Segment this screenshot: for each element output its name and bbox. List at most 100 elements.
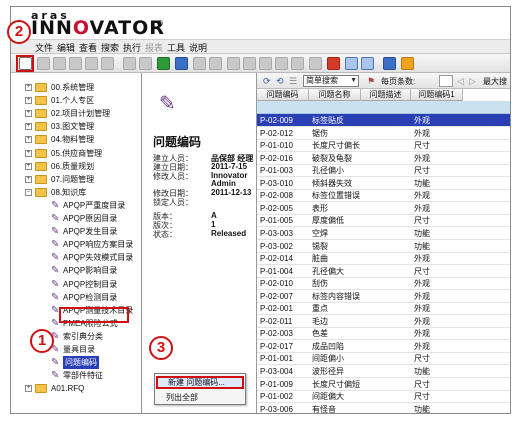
- grid-column-header[interactable]: 问题编码: [257, 89, 309, 101]
- run-search-icon[interactable]: ⟳: [263, 76, 271, 86]
- expander-icon[interactable]: +: [25, 175, 32, 183]
- table-row[interactable]: P-02-017 成品凹陷 外观: [257, 340, 510, 353]
- grid-column-header[interactable]: 问题编码1: [411, 89, 463, 101]
- table-row[interactable]: P-02-011 毛边 外观: [257, 315, 510, 328]
- copy-button[interactable]: [85, 57, 98, 70]
- table-row[interactable]: P-02-003 色差 外观: [257, 327, 510, 341]
- unlock-button[interactable]: [209, 57, 222, 70]
- table-row[interactable]: P-02-009 标签贴反 外观: [257, 114, 510, 127]
- lock-button[interactable]: [193, 57, 206, 70]
- print-button[interactable]: [123, 57, 136, 70]
- table-row[interactable]: P-02-008 标签位置错误 外观: [257, 189, 510, 203]
- itemtype-icon: ✎: [159, 93, 176, 115]
- table-cell: 外观: [414, 128, 430, 138]
- properties-button[interactable]: [309, 57, 322, 70]
- table-cell: P-02-016: [260, 153, 293, 163]
- table-row[interactable]: P-01-004 孔径偏大 尺寸: [257, 265, 510, 278]
- context-menu: 新建 问题编码... 列出全部: [154, 373, 246, 405]
- table-cell: [361, 252, 411, 265]
- table-row[interactable]: P-03-010 倾斜器失效 功能: [257, 177, 510, 190]
- expander-icon[interactable]: +: [25, 136, 32, 144]
- open-button[interactable]: [53, 57, 66, 70]
- tree-item-label: 问题编码: [63, 356, 99, 370]
- grid-header-row: 问题编码 问题名称 问题描述 问题编码1: [257, 89, 463, 101]
- table-row[interactable]: P-02-010 刮伤 外观: [257, 277, 510, 291]
- table-row[interactable]: P-03-004 波形径异 功能: [257, 365, 510, 378]
- delete-button[interactable]: [275, 57, 288, 70]
- word-export-button[interactable]: [175, 57, 188, 70]
- logout-button[interactable]: [401, 57, 414, 70]
- expander-icon[interactable]: +: [25, 110, 32, 118]
- table-cell: 外观: [414, 153, 430, 163]
- table-row[interactable]: P-02-007 标签内容错误 外观: [257, 290, 510, 303]
- promote-button[interactable]: [243, 57, 256, 70]
- search-mode-select[interactable]: 简单搜索 ▼: [303, 75, 359, 87]
- page-size-label: 每页条数:: [381, 77, 416, 86]
- table-row[interactable]: P-01-010 长度尺寸偏长 尺寸: [257, 139, 510, 153]
- table-cell: 色差: [312, 329, 328, 339]
- table-row[interactable]: P-02-014 脏曲 外观: [257, 252, 510, 266]
- save-button[interactable]: [69, 57, 82, 70]
- table-cell: [361, 315, 411, 328]
- expander-icon[interactable]: +: [25, 162, 32, 170]
- saved-search-icon[interactable]: ☰: [289, 76, 297, 86]
- page-size-input[interactable]: [439, 75, 453, 87]
- expander-icon[interactable]: +: [25, 385, 32, 393]
- paste-button[interactable]: [101, 57, 114, 70]
- view-split-button[interactable]: [345, 57, 358, 70]
- callout-step-1: 1: [30, 329, 54, 353]
- help-button[interactable]: [383, 57, 396, 70]
- clear-search-icon[interactable]: ⟲: [276, 76, 284, 86]
- table-cell: [361, 390, 411, 403]
- grid-column-header[interactable]: 问题描述: [361, 89, 411, 101]
- table-cell: 尺寸: [414, 266, 430, 276]
- grid-toolbar: ⟳ ⟲ ☰ 简单搜索 ▼ ⚑ 每页条数: ◁ ▷ 最大搜: [257, 73, 510, 89]
- tree-item-label: APQP响应方案目录: [63, 240, 134, 250]
- expander-icon[interactable]: +: [25, 149, 32, 157]
- folder-icon: [35, 83, 47, 92]
- table-row[interactable]: P-01-005 厚度偏低 尺寸: [257, 214, 510, 228]
- tool-icon: ✎: [51, 226, 60, 238]
- tool-icon: ✎: [51, 199, 60, 211]
- filter-icon[interactable]: ⚑: [367, 76, 375, 86]
- context-item-new[interactable]: 新建 问题编码...: [156, 376, 244, 389]
- table-cell: [361, 340, 411, 353]
- table-cell: 空焊: [312, 228, 328, 238]
- table-row[interactable]: P-03-003 空焊 功能: [257, 227, 510, 240]
- expander-icon[interactable]: +: [25, 84, 32, 91]
- table-cell: [361, 214, 411, 227]
- table-cell: [361, 189, 411, 202]
- table-cell: 外观: [414, 116, 430, 125]
- max-results-label: 最大搜: [483, 77, 507, 86]
- undo-button[interactable]: [227, 57, 240, 70]
- excel-export-button[interactable]: [157, 57, 170, 70]
- table-row[interactable]: P-02-005 表形 外观: [257, 202, 510, 215]
- table-row[interactable]: P-02-016 破裂及龟裂 外观: [257, 152, 510, 165]
- prev-page-icon[interactable]: ◁: [457, 76, 464, 86]
- table-row[interactable]: P-01-002 间距偏大 尺寸: [257, 390, 510, 404]
- grid-search-criteria-row[interactable]: [257, 101, 510, 114]
- expander-icon[interactable]: +: [25, 97, 32, 105]
- export-button[interactable]: [139, 57, 152, 70]
- table-cell: P-02-003: [260, 329, 293, 339]
- table-row[interactable]: P-01-003 孔径偏小 尺寸: [257, 164, 510, 178]
- report-button[interactable]: [327, 57, 340, 70]
- purge-button[interactable]: [291, 57, 304, 70]
- next-page-icon[interactable]: ▷: [469, 76, 476, 86]
- revise-button[interactable]: [259, 57, 272, 70]
- table-cell: [361, 227, 411, 240]
- expander-icon[interactable]: −: [25, 188, 32, 196]
- search-button[interactable]: [37, 57, 50, 70]
- table-row[interactable]: P-03-006 有怪音 功能: [257, 403, 510, 413]
- table-row[interactable]: P-03-002 锡裂 功能: [257, 240, 510, 253]
- table-cell: 外观: [414, 341, 430, 351]
- grid-column-header[interactable]: 问题名称: [309, 89, 361, 101]
- table-row[interactable]: P-02-001 重点 外观: [257, 302, 510, 316]
- table-row[interactable]: P-01-001 间距偏小 尺寸: [257, 352, 510, 366]
- table-cell: P-02-014: [260, 254, 293, 264]
- table-row[interactable]: P-01-009 长度尺寸偏短 尺寸: [257, 378, 510, 391]
- context-item-list-all[interactable]: 列出全部: [156, 391, 244, 404]
- view-grid-button[interactable]: [361, 57, 374, 70]
- table-row[interactable]: P-02-012 锯伤 外观: [257, 127, 510, 140]
- expander-icon[interactable]: +: [25, 123, 32, 131]
